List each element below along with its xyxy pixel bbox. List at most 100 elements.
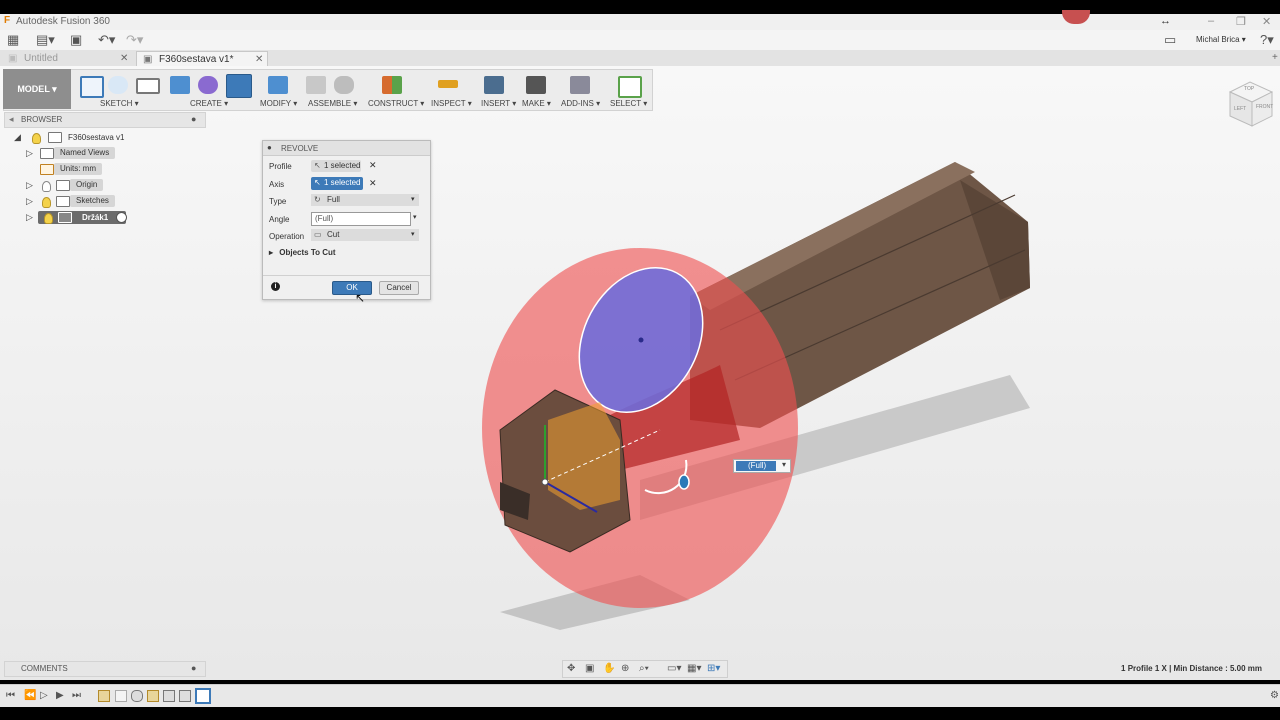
minimize-icon[interactable]: – [1208, 15, 1214, 27]
browser-item-named-views[interactable]: ▷ Named Views [24, 147, 204, 160]
data-panel-grid-icon[interactable]: ▦ [7, 33, 19, 47]
toolbar-group-create[interactable]: CREATE ▾ [190, 99, 228, 108]
toolbar-group-select[interactable]: SELECT ▾ [610, 99, 647, 108]
expand-triangle-icon[interactable]: ◢ [14, 131, 21, 144]
toolbar-group-insert[interactable]: INSERT ▾ [481, 99, 516, 108]
chevron-down-icon[interactable]: ▾ [413, 213, 417, 221]
type-select[interactable]: ↻ Full ▾ [311, 194, 419, 206]
timeline-current-marker-icon[interactable] [195, 688, 211, 704]
new-tab-icon[interactable]: + [1272, 52, 1278, 63]
look-at-icon[interactable]: ▣ [585, 662, 594, 676]
pan-hand-icon[interactable]: ✋ [603, 662, 615, 676]
viewcube[interactable]: TOP LEFT FRONT [1228, 80, 1274, 127]
press-pull-icon[interactable] [268, 76, 288, 94]
save-icon[interactable]: ▣ [70, 33, 82, 47]
tab-f360sestava[interactable]: ▣ F360sestava v1* ✕ [136, 51, 268, 67]
toolbar-group-construct[interactable]: CONSTRUCT ▾ [368, 99, 424, 108]
expand-triangle-icon[interactable]: ▷ [26, 211, 33, 224]
browser-panel-header[interactable]: ◂ BROWSER ● [4, 112, 206, 128]
scripts-icon[interactable] [570, 76, 590, 94]
insert-image-icon[interactable] [484, 76, 504, 94]
collapse-dialog-icon[interactable]: ● [267, 143, 272, 152]
redo-icon[interactable]: ↷▾ [126, 33, 143, 47]
expand-triangle-icon[interactable]: ▸ [269, 248, 273, 257]
cancel-button[interactable]: Cancel [379, 281, 419, 295]
activate-radio-icon[interactable] [116, 212, 127, 223]
select-icon[interactable] [618, 76, 642, 98]
browser-item-component[interactable]: ▷ Držák1 [24, 211, 204, 224]
viewports-icon[interactable]: ⊞▾ [707, 662, 720, 676]
notifications-icon[interactable]: ▭ [1164, 33, 1176, 47]
pin-icon[interactable]: ● [191, 114, 196, 124]
timeline-revolve-icon[interactable] [131, 690, 143, 702]
step-forward-icon[interactable]: ▶ [56, 689, 64, 703]
display-settings-icon[interactable]: ▭▾ [667, 662, 681, 676]
file-menu-icon[interactable]: ▤▾ [36, 33, 55, 47]
fit-icon[interactable]: ⌕▾ [639, 662, 649, 676]
visibility-bulb-icon[interactable] [44, 213, 53, 224]
restore-icon[interactable]: ❐ [1236, 15, 1246, 28]
visibility-bulb-icon[interactable] [42, 197, 51, 208]
toolbar-group-modify[interactable]: MODIFY ▾ [260, 99, 297, 108]
new-component-icon[interactable] [306, 76, 326, 94]
toolbar-group-make[interactable]: MAKE ▾ [522, 99, 551, 108]
tab-untitled[interactable]: ▣ Untitled ✕ [4, 51, 130, 66]
user-menu[interactable]: Michal Brica ▾ [1196, 35, 1246, 44]
rectangle-tool-icon[interactable] [136, 78, 160, 94]
visibility-bulb-icon[interactable] [42, 181, 51, 192]
angle-manipulator-handle[interactable] [678, 474, 690, 490]
comments-panel-header[interactable]: COMMENTS ● [4, 661, 206, 677]
timeline-settings-gear-icon[interactable]: ⚙ [1270, 689, 1279, 703]
play-icon[interactable]: ▷ [40, 689, 48, 703]
timeline-sketch-icon[interactable] [147, 690, 159, 702]
info-icon[interactable]: i [271, 282, 280, 291]
revolve-icon[interactable] [226, 74, 252, 98]
canvas-angle-input[interactable]: (Full) ▾ [733, 459, 791, 473]
expand-arrows-icon[interactable]: ↔ [1160, 15, 1171, 27]
browser-root[interactable]: ◢ F360sestava v1 [12, 131, 202, 144]
axis-selection[interactable]: ↖ 1 selected [311, 177, 363, 190]
angle-input[interactable]: (Full) [311, 212, 411, 226]
objects-to-cut-section[interactable]: ▸ Objects To Cut [269, 248, 336, 257]
timeline-feature-icon[interactable] [115, 690, 127, 702]
orbit-icon[interactable]: ✥ [567, 662, 575, 676]
toolbar-group-sketch[interactable]: SKETCH ▾ [100, 99, 139, 108]
chevron-down-icon[interactable]: ▾ [411, 194, 415, 206]
construct-plane-icon[interactable] [382, 76, 402, 94]
browser-item-origin[interactable]: ▷ Origin [24, 179, 204, 192]
revolve-dialog-header[interactable]: ● REVOLVE [263, 141, 430, 156]
ok-button[interactable]: OK [332, 281, 372, 295]
chevron-down-icon[interactable]: ▾ [782, 460, 786, 469]
close-tab-icon[interactable]: ✕ [120, 51, 128, 66]
visibility-bulb-icon[interactable] [32, 133, 41, 144]
close-window-icon[interactable]: ✕ [1262, 15, 1271, 28]
collapse-icon[interactable]: ◂ [9, 114, 14, 125]
close-tab-icon[interactable]: ✕ [255, 52, 263, 67]
undo-icon[interactable]: ↶▾ [98, 33, 115, 47]
toolbar-group-inspect[interactable]: INSPECT ▾ [431, 99, 472, 108]
workspace-switcher[interactable]: MODEL ▾ [3, 69, 71, 109]
go-to-start-icon[interactable]: ⏮ [6, 689, 15, 703]
help-icon[interactable]: ?▾ [1260, 33, 1274, 47]
operation-select[interactable]: ▭ Cut ▾ [311, 229, 419, 241]
expand-triangle-icon[interactable]: ▷ [26, 179, 33, 192]
toolbar-group-assemble[interactable]: ASSEMBLE ▾ [308, 99, 357, 108]
pin-icon[interactable]: ● [191, 663, 196, 673]
clear-profile-icon[interactable]: ✕ [369, 160, 377, 171]
sculpt-icon[interactable] [198, 76, 218, 94]
expand-triangle-icon[interactable]: ▷ [26, 147, 33, 160]
grid-settings-icon[interactable]: ▦▾ [687, 662, 701, 676]
timeline-sketch-icon[interactable] [98, 690, 110, 702]
go-to-end-icon[interactable]: ⏭ [72, 689, 81, 703]
line-tool-icon[interactable] [108, 76, 128, 94]
create-sketch-icon[interactable] [80, 76, 104, 98]
joint-icon[interactable] [334, 76, 354, 94]
3d-print-icon[interactable] [526, 76, 546, 94]
clear-axis-icon[interactable]: ✕ [369, 178, 377, 189]
timeline-feature-icon[interactable] [163, 690, 175, 702]
measure-icon[interactable] [438, 80, 458, 88]
chevron-down-icon[interactable]: ▾ [411, 229, 415, 241]
browser-item-units[interactable]: Units: mm [24, 163, 204, 176]
extrude-icon[interactable] [170, 76, 190, 94]
timeline-joint-icon[interactable] [179, 690, 191, 702]
